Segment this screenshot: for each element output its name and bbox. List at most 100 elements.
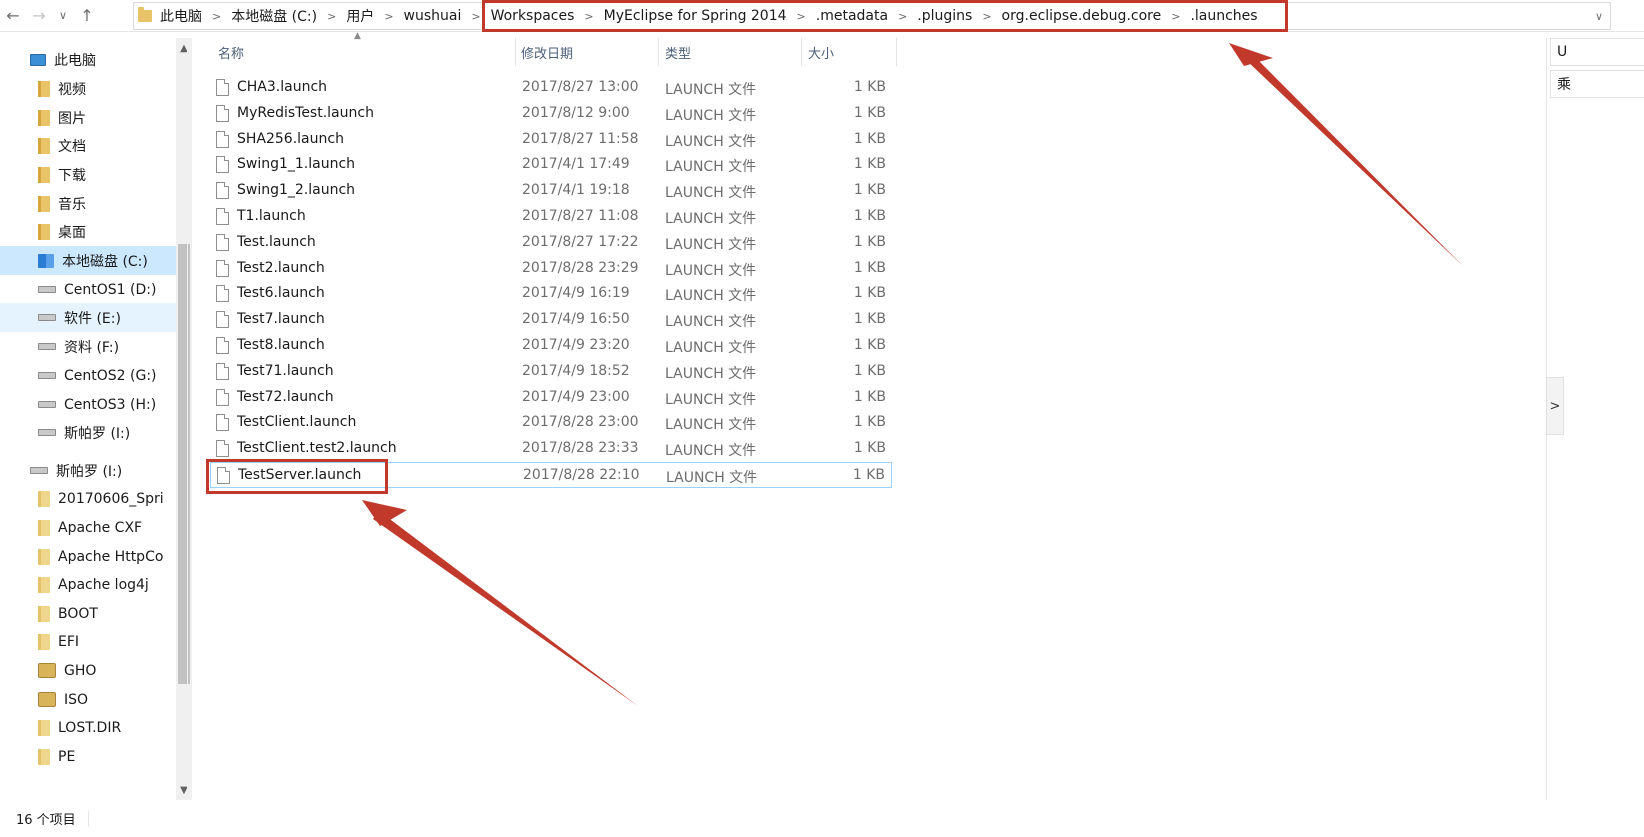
column-divider[interactable] — [801, 38, 802, 66]
sidebar-item[interactable]: ISO — [0, 685, 176, 714]
file-name: Swing1_2.launch — [237, 182, 356, 199]
file-name: Test6.launch — [237, 285, 325, 302]
breadcrumb-item[interactable]: 此电脑 — [160, 6, 202, 26]
file-row[interactable]: TestClient.launch 2017/8/28 23:00 LAUNCH 文… — [210, 410, 892, 436]
file-row[interactable]: CHA3.launch 2017/8/27 13:00 LAUNCH 文件 1 KB — [210, 75, 892, 101]
folder-icon — [138, 7, 152, 22]
column-header-date[interactable]: 修改日期 — [521, 38, 573, 66]
sidebar-item[interactable]: GHO — [0, 656, 176, 685]
chevron-right-icon[interactable]: > — [327, 10, 336, 23]
back-arrow-icon[interactable]: ← — [0, 0, 26, 32]
file-type: LAUNCH 文件 — [665, 288, 757, 305]
sidebar-item[interactable]: 文档 — [0, 131, 176, 160]
column-divider[interactable] — [658, 38, 659, 66]
file-type: LAUNCH 文件 — [665, 443, 757, 460]
scroll-up-icon[interactable]: ▲ — [176, 40, 192, 56]
preview-tab[interactable]: 乘 — [1550, 70, 1644, 98]
scroll-down-icon[interactable]: ▼ — [176, 782, 192, 798]
file-row[interactable]: SHA256.launch 2017/8/27 11:58 LAUNCH 文件 1 K… — [210, 127, 892, 153]
file-icon — [216, 208, 229, 225]
sidebar-item[interactable]: BOOT — [0, 599, 176, 628]
file-row[interactable]: Test2.launch 2017/8/28 23:29 LAUNCH 文件 1 KB — [210, 256, 892, 282]
file-row[interactable]: Swing1_2.launch 2017/4/1 19:18 LAUNCH 文件 1 … — [210, 178, 892, 204]
sidebar-item[interactable]: Apache HttpCo — [0, 542, 176, 571]
pane-divider[interactable] — [187, 38, 188, 800]
sidebar-item[interactable]: CentOS3 (H:) — [0, 390, 176, 419]
drive-icon — [38, 401, 56, 408]
expand-pane-button[interactable]: > — [1546, 377, 1564, 435]
chevron-down-icon[interactable]: ∨ — [52, 0, 74, 32]
breadcrumb-item[interactable]: wushuai — [404, 8, 462, 24]
file-name: CHA3.launch — [237, 79, 328, 95]
file-date: 2017/4/9 23:00 — [522, 388, 630, 405]
file-type: LAUNCH 文件 — [665, 391, 757, 408]
annotation-box-file — [206, 459, 388, 494]
file-icon — [216, 414, 229, 432]
sidebar-item[interactable]: 软件 (E:) — [0, 303, 176, 332]
scrollbar-thumb[interactable] — [178, 244, 190, 684]
file-icon — [216, 362, 229, 380]
sidebar-item-label: GHO — [64, 662, 97, 679]
file-icon — [216, 285, 229, 303]
drive-icon — [30, 467, 48, 474]
chevron-right-icon[interactable]: > — [471, 10, 480, 23]
file-row[interactable]: T1.launch 2017/8/27 11:08 LAUNCH 文件 1 KB — [210, 204, 892, 230]
file-row[interactable]: Test71.launch 2017/4/9 18:52 LAUNCH 文件 1 KB — [210, 359, 892, 385]
sidebar-item[interactable]: Apache log4j — [0, 570, 176, 599]
sidebar-item[interactable]: 此电脑 — [0, 45, 176, 74]
sidebar-item[interactable]: 音乐 — [0, 189, 176, 218]
file-row[interactable]: Test6.launch 2017/4/9 16:19 LAUNCH 文件 1 KB — [210, 281, 892, 307]
file-date: 2017/8/28 23:00 — [522, 414, 639, 431]
file-name: TestClient.launch — [237, 414, 357, 431]
breadcrumb-item[interactable]: 本地磁盘 (C:) — [231, 6, 317, 26]
sidebar-item[interactable]: EFI — [0, 627, 176, 656]
sidebar-item[interactable]: Apache CXF — [0, 513, 176, 542]
file-row[interactable]: Test7.launch 2017/4/9 16:50 LAUNCH 文件 1 KB — [210, 307, 892, 333]
file-row[interactable]: Swing1_1.launch 2017/4/1 17:49 LAUNCH 文件 1 … — [210, 152, 892, 178]
chevron-right-icon[interactable]: > — [384, 10, 393, 23]
sidebar-item[interactable]: 下载 — [0, 160, 176, 189]
sidebar-item[interactable]: 视频 — [0, 74, 176, 103]
drive-icon — [38, 286, 56, 293]
column-header-size[interactable]: 大小 — [808, 38, 834, 66]
sidebar-item[interactable]: 桌面 — [0, 217, 176, 246]
file-icon — [216, 259, 229, 277]
file-row[interactable]: Test72.launch 2017/4/9 23:00 LAUNCH 文件 1 KB — [210, 385, 892, 411]
file-name: SHA256.launch — [237, 130, 344, 147]
breadcrumb-item[interactable]: 用户 — [346, 6, 374, 26]
sidebar-item[interactable]: 本地磁盘 (C:) — [0, 246, 176, 275]
column-header-name[interactable]: 名称 — [218, 38, 244, 66]
file-size: 1 KB — [853, 337, 886, 353]
up-arrow-icon[interactable]: ↑ — [74, 0, 100, 32]
drive-icon — [38, 343, 56, 350]
forward-arrow-icon[interactable]: → — [26, 0, 52, 32]
preview-tab[interactable]: U — [1550, 38, 1644, 66]
sidebar-item[interactable]: 斯帕罗 (I:) — [0, 456, 176, 485]
sidebar-item-label: PE — [58, 748, 76, 765]
sidebar-item[interactable]: 资料 (F:) — [0, 332, 176, 361]
address-dropdown-icon[interactable]: ∨ — [1588, 3, 1610, 29]
sidebar-item-label: 图片 — [58, 110, 86, 127]
file-type: LAUNCH 文件 — [665, 314, 757, 331]
column-divider[interactable] — [515, 38, 516, 66]
drive-icon — [38, 429, 56, 436]
sidebar-item[interactable]: 图片 — [0, 103, 176, 132]
file-size: 1 KB — [853, 259, 886, 276]
column-divider[interactable] — [896, 38, 897, 66]
sidebar-scrollbar[interactable]: ▲ ▼ — [176, 38, 192, 800]
sidebar-item[interactable]: CentOS1 (D:) — [0, 275, 176, 304]
sidebar-item[interactable]: 斯帕罗 (I:) — [0, 418, 176, 447]
sidebar-item[interactable]: PE — [0, 742, 176, 771]
chevron-right-icon[interactable]: > — [212, 10, 221, 23]
file-row[interactable]: MyRedisTest.launch 2017/8/12 9:00 LAUNCH 文… — [210, 101, 892, 127]
drive-icon — [38, 372, 56, 379]
file-row[interactable]: Test.launch 2017/8/27 17:22 LAUNCH 文件 1 KB — [210, 230, 892, 256]
column-header-type[interactable]: 类型 — [665, 38, 691, 66]
file-name: Test.launch — [237, 233, 316, 250]
sidebar-item[interactable]: 20170606_Spri — [0, 484, 176, 513]
sidebar-item[interactable]: LOST.DIR — [0, 713, 176, 742]
file-row[interactable]: Test8.launch 2017/4/9 23:20 LAUNCH 文件 1 KB — [210, 333, 892, 359]
file-type: LAUNCH 文件 — [665, 185, 757, 202]
file-size: 1 KB — [853, 388, 886, 405]
sidebar-item[interactable]: CentOS2 (G:) — [0, 361, 176, 390]
